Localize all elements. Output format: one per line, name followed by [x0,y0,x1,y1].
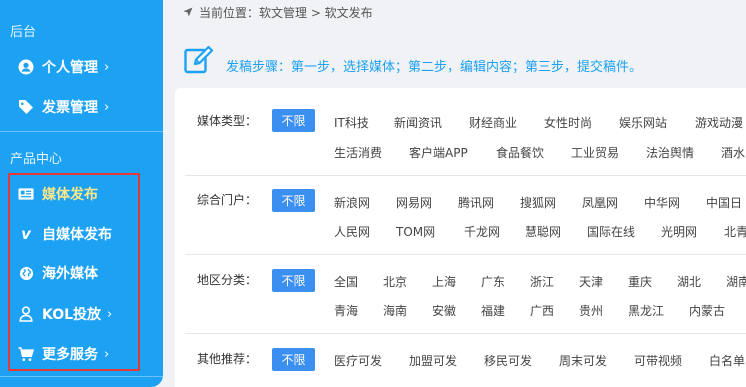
filter-option[interactable]: 酒水 [721,144,745,161]
filter-option[interactable]: 浙江 [530,273,554,290]
sidebar-item-label: 更多服务 [42,347,98,363]
sidebar-item-media-publish[interactable]: 媒体发布 [18,183,98,205]
sidebar: 后台 个人管理 › 发票管理 › 产品中心 媒体发布 v 自媒体发布 海外媒体 … [0,0,163,387]
filter-label: 综合门户： [197,193,258,207]
sidebar-item-self-media[interactable]: v 自媒体发布 [18,223,112,245]
chevron-right-icon: › [104,59,110,75]
filter-option[interactable]: 人民网 [334,223,370,240]
chevron-right-icon: › [104,346,110,362]
filter-option[interactable]: 搜狐网 [520,194,556,211]
filter-option[interactable]: 移民可发 [484,352,532,369]
filter-option[interactable]: 贵州 [579,302,603,319]
filter-option[interactable]: 周末可发 [559,352,607,369]
chevron-right-icon: › [104,99,110,115]
filter-all-button[interactable]: 不限 [272,109,315,132]
chevron-right-icon: › [107,306,113,322]
filter-option[interactable]: 国际在线 [587,223,635,240]
sidebar-item-label: 个人管理 [42,60,98,76]
filter-option[interactable]: 白名单 [709,352,745,369]
app-root: 后台 个人管理 › 发票管理 › 产品中心 媒体发布 v 自媒体发布 海外媒体 … [0,0,746,387]
filter-option[interactable]: 北青 [724,223,746,240]
filter-panel: 媒体类型： 不限 IT科技 新闻资讯 财经商业 女性时尚 娱乐网站 游戏动漫 生… [175,88,746,387]
filter-option[interactable]: 可带视频 [634,352,682,369]
sidebar-item-label: 自媒体发布 [42,227,112,243]
edit-document-icon [184,45,214,78]
filter-label: 地区分类： [197,273,258,287]
sidebar-item-label: 发票管理 [42,100,98,116]
sidebar-section-products: 产品中心 [10,152,63,167]
filter-option[interactable]: 中华网 [644,194,680,211]
newspaper-icon [18,186,34,202]
filter-option[interactable]: 安徽 [432,302,456,319]
filter-option[interactable]: 福建 [481,302,505,319]
filter-option[interactable]: 工业贸易 [571,144,619,161]
filter-option[interactable]: 加盟可发 [409,352,457,369]
filter-all-button[interactable]: 不限 [272,348,315,371]
row-divider [185,254,746,255]
filter-option[interactable]: IT科技 [334,114,369,131]
filter-option[interactable]: 天津 [579,273,603,290]
filter-option[interactable]: 中国日 [706,194,742,211]
filter-option[interactable]: 医疗可发 [334,352,382,369]
filter-option[interactable]: 法治舆情 [646,144,694,161]
tag-icon [18,99,34,115]
sidebar-item-overseas[interactable]: 海外媒体 [18,262,98,284]
sidebar-item-more-services[interactable]: 更多服务 › [18,343,109,365]
filter-option[interactable]: 广西 [530,302,554,319]
filter-option[interactable]: 内蒙古 [689,302,725,319]
sidebar-section-backend: 后台 [10,25,37,40]
filter-option[interactable]: 腾讯网 [458,194,494,211]
steps-text: 发稿步骤：第一步，选择媒体；第二步，编辑内容；第三步，提交稿件。 [226,60,643,75]
filter-label: 其他推荐： [197,352,258,366]
filter-option[interactable]: 湖南 [726,273,746,290]
filter-option[interactable]: 光明网 [661,223,697,240]
filter-option[interactable]: 上海 [432,273,456,290]
sidebar-item-label: KOL投放 [42,307,102,323]
sidebar-divider [0,376,163,377]
sidebar-item-personal[interactable]: 个人管理 › [18,56,109,78]
filter-option[interactable]: 北京 [383,273,407,290]
sidebar-divider [0,131,163,132]
globe-icon [18,265,34,281]
filter-label: 媒体类型： [197,114,258,128]
filter-option[interactable]: 新闻资讯 [394,114,442,131]
filter-all-button[interactable]: 不限 [272,189,315,212]
filter-option[interactable]: 全国 [334,273,358,290]
filter-option[interactable]: 千龙网 [464,223,500,240]
user-outline-icon [18,306,34,322]
filter-option[interactable]: 网易网 [396,194,432,211]
user-circle-icon [18,59,34,75]
filter-option[interactable]: 湖北 [677,273,701,290]
row-divider [185,333,746,334]
sidebar-item-label: 海外媒体 [42,266,98,282]
filter-option[interactable]: 广东 [481,273,505,290]
filter-option[interactable]: 生活消费 [334,144,382,161]
row-divider [185,175,746,176]
filter-option[interactable]: 食品餐饮 [496,144,544,161]
filter-option[interactable]: 客户端APP [409,144,468,161]
filter-option[interactable]: 凤凰网 [582,194,618,211]
filter-option[interactable]: 慧聪网 [525,223,561,240]
sidebar-item-invoice[interactable]: 发票管理 › [18,96,109,118]
breadcrumb-text: 当前位置：软文管理 > 软文发布 [199,6,373,20]
filter-option[interactable]: TOM网 [396,223,435,240]
cart-icon [18,346,34,362]
breadcrumb: 当前位置：软文管理 > 软文发布 [183,4,373,21]
filter-option[interactable]: 黑龙江 [628,302,664,319]
steps-banner: 发稿步骤：第一步，选择媒体；第二步，编辑内容；第三步，提交稿件。 [174,34,746,88]
filter-option[interactable]: 青海 [334,302,358,319]
vimeo-icon: v [21,225,31,243]
filter-option[interactable]: 娱乐网站 [619,114,667,131]
filter-all-button[interactable]: 不限 [272,269,315,292]
filter-option[interactable]: 游戏动漫 [695,114,743,131]
filter-option[interactable]: 新浪网 [334,194,370,211]
filter-option[interactable]: 海南 [383,302,407,319]
filter-option[interactable]: 重庆 [628,273,652,290]
sidebar-item-label: 媒体发布 [42,187,98,203]
location-arrow-icon [183,6,193,20]
sidebar-item-kol[interactable]: KOL投放 › [18,303,112,325]
filter-option[interactable]: 女性时尚 [544,114,592,131]
filter-option[interactable]: 财经商业 [469,114,517,131]
